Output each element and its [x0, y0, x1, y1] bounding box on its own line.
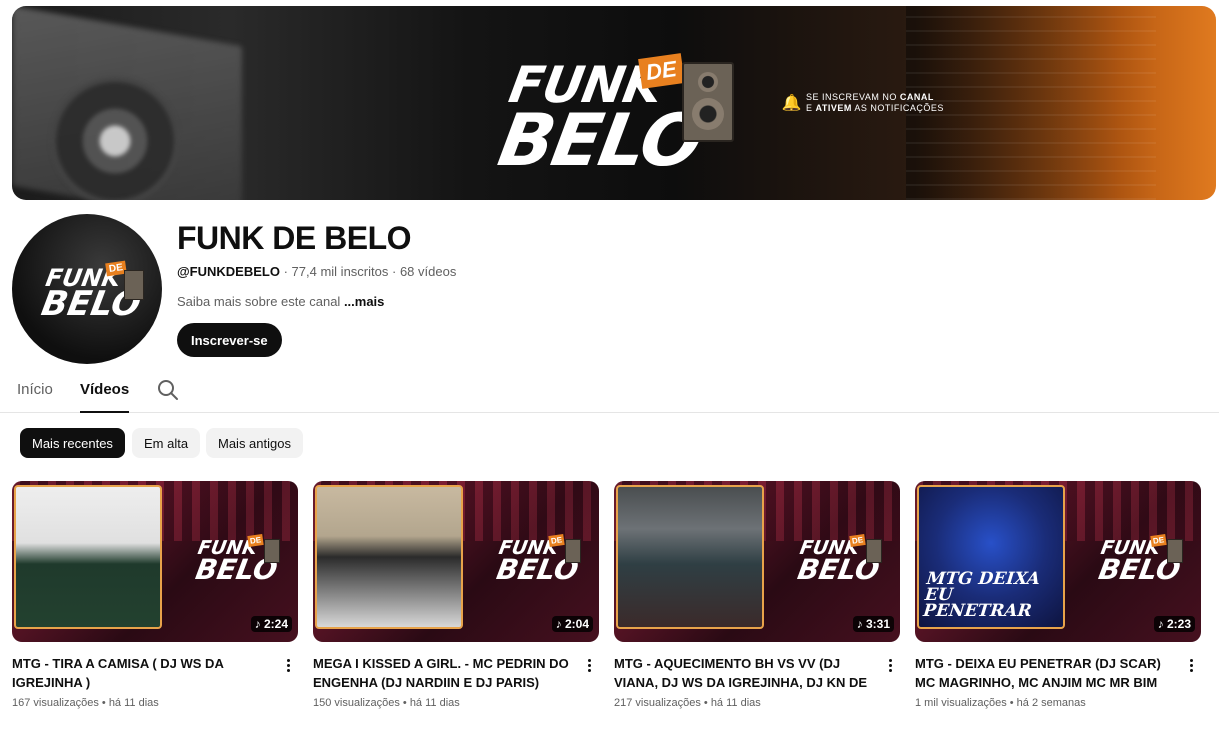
banner-logo-line2: BELO: [492, 98, 708, 182]
notice-line1-bold: CANAL: [899, 92, 934, 102]
meta-separator: ·: [391, 264, 397, 279]
view-count: 217 visualizações: [614, 697, 701, 709]
channel-tabs: Início Vídeos: [0, 372, 1219, 413]
upload-age: há 11 dias: [710, 697, 761, 709]
video-card[interactable]: FUNK DE BELO ♪ 2:04 MEGA I KISSED A GIRL…: [313, 481, 599, 709]
music-note-icon: ♪: [1157, 617, 1164, 631]
thumbnail-logo-de: DE: [849, 534, 866, 547]
speaker-icon: [682, 62, 734, 142]
thumbnail-photo: [315, 485, 463, 629]
subscriber-count: 77,4 mil inscritos: [291, 264, 389, 279]
video-card[interactable]: FUNK DE BELO ♪ 3:31 MTG - AQUECIMENTO BH…: [614, 481, 900, 709]
view-count: 167 visualizações: [12, 697, 99, 709]
channel-handle: @FUNKDEBELO: [177, 264, 280, 279]
speaker-icon: [124, 270, 144, 300]
speaker-icon: [866, 539, 882, 563]
video-meta: 1 mil visualizações • há 2 semanas: [915, 697, 1086, 709]
meta-separator: ·: [283, 264, 288, 279]
upload-age: há 2 semanas: [1016, 697, 1086, 709]
thumbnail-photo: [14, 485, 162, 629]
video-thumbnail[interactable]: FUNK DE BELO ♪ 3:31: [614, 481, 900, 642]
music-note-icon: ♪: [254, 617, 261, 631]
video-meta: 167 visualizações • há 11 dias: [12, 697, 159, 709]
video-title[interactable]: MEGA I KISSED A GIRL. - MC PEDRIN DO ENG…: [313, 654, 575, 692]
speaker-icon: [264, 539, 280, 563]
thumbnail-photo: MTG DEIXA EU PENETRAR: [917, 485, 1065, 629]
notice-line1-prefix: SE INSCREVAM NO: [806, 92, 897, 102]
duration-text: 2:23: [1166, 617, 1191, 631]
banner-logo-de: DE: [638, 53, 685, 89]
speaker-icon: [1167, 539, 1183, 563]
video-thumbnail[interactable]: FUNK DE BELO ♪ 2:24: [12, 481, 298, 642]
notice-line2-prefix: E: [806, 103, 813, 113]
more-vert-icon[interactable]: [1183, 655, 1199, 675]
subscribe-button[interactable]: Inscrever-se: [177, 323, 282, 357]
thumbnail-photo: [616, 485, 764, 629]
speaker-icon: [565, 539, 581, 563]
video-duration: ♪ 2:23: [1153, 616, 1195, 632]
view-count: 150 visualizações: [313, 697, 400, 709]
video-title[interactable]: MTG - TIRA A CAMISA ( DJ WS DA IGREJINHA…: [12, 654, 274, 692]
bell-icon: 🔔: [781, 94, 803, 112]
video-count: 68 vídeos: [399, 264, 457, 279]
thumbnail-logo-de: DE: [548, 534, 565, 547]
notice-line2-suffix: AS NOTIFICAÇÕES: [854, 103, 944, 113]
thumbnail-logo-de: DE: [247, 534, 264, 547]
channel-avatar[interactable]: FUNK DE BELO: [12, 214, 162, 364]
notice-line2-bold: ATIVEM: [815, 103, 852, 113]
video-title[interactable]: MTG - AQUECIMENTO BH VS VV (DJ VIANA, DJ…: [614, 654, 876, 692]
upload-age: há 11 dias: [409, 697, 460, 709]
more-vert-icon[interactable]: [280, 655, 296, 675]
chip-mais-recentes[interactable]: Mais recentes: [20, 428, 125, 458]
banner-notice: 🔔 SE INSCREVAM NO CANAL E ATIVEM AS NOTI…: [781, 92, 944, 114]
chip-mais-antigos[interactable]: Mais antigos: [206, 428, 303, 458]
banner-logo: FUNK DE BELO: [493, 46, 750, 186]
video-card[interactable]: MTG DEIXA EU PENETRAR FUNK DE BELO ♪ 2:2…: [915, 481, 1201, 709]
more-vert-icon[interactable]: [882, 655, 898, 675]
chip-em-alta[interactable]: Em alta: [132, 428, 201, 458]
about-text: Saiba mais sobre este canal: [177, 294, 341, 309]
video-meta: 150 visualizações • há 11 dias: [313, 697, 460, 709]
video-thumbnail[interactable]: MTG DEIXA EU PENETRAR FUNK DE BELO ♪ 2:2…: [915, 481, 1201, 642]
search-icon[interactable]: [156, 378, 180, 402]
channel-banner: FUNK DE BELO 🔔 SE INSCREVAM NO CANAL E A…: [12, 6, 1216, 200]
upload-age: há 11 dias: [108, 697, 159, 709]
video-meta: 217 visualizações • há 11 dias: [614, 697, 761, 709]
duration-text: 3:31: [865, 617, 890, 631]
thumbnail-logo-de: DE: [1150, 534, 1167, 547]
music-note-icon: ♪: [555, 617, 562, 631]
tab-inicio[interactable]: Início: [17, 381, 53, 413]
duration-text: 2:24: [263, 617, 288, 631]
video-duration: ♪ 2:04: [551, 616, 593, 632]
video-duration: ♪ 3:31: [852, 616, 894, 632]
music-note-icon: ♪: [856, 617, 863, 631]
duration-text: 2:04: [564, 617, 589, 631]
channel-about[interactable]: Saiba mais sobre este canal ...mais: [177, 294, 384, 309]
channel-name: FUNK DE BELO: [177, 220, 412, 256]
thumbnail-artwork-text: MTG DEIXA EU PENETRAR: [922, 569, 1042, 621]
view-count: 1 mil visualizações: [915, 697, 1007, 709]
tab-videos[interactable]: Vídeos: [80, 381, 130, 413]
video-card[interactable]: FUNK DE BELO ♪ 2:24 MTG - TIRA A CAMISA …: [12, 481, 298, 709]
video-title[interactable]: MTG - DEIXA EU PENETRAR (DJ SCAR) MC MAG…: [915, 654, 1177, 692]
more-vert-icon[interactable]: [581, 655, 597, 675]
video-thumbnail[interactable]: FUNK DE BELO ♪ 2:04: [313, 481, 599, 642]
about-more-link[interactable]: ...mais: [344, 294, 384, 309]
channel-meta: @FUNKDEBELO · 77,4 mil inscritos · 68 ví…: [177, 264, 456, 279]
video-duration: ♪ 2:24: [250, 616, 292, 632]
